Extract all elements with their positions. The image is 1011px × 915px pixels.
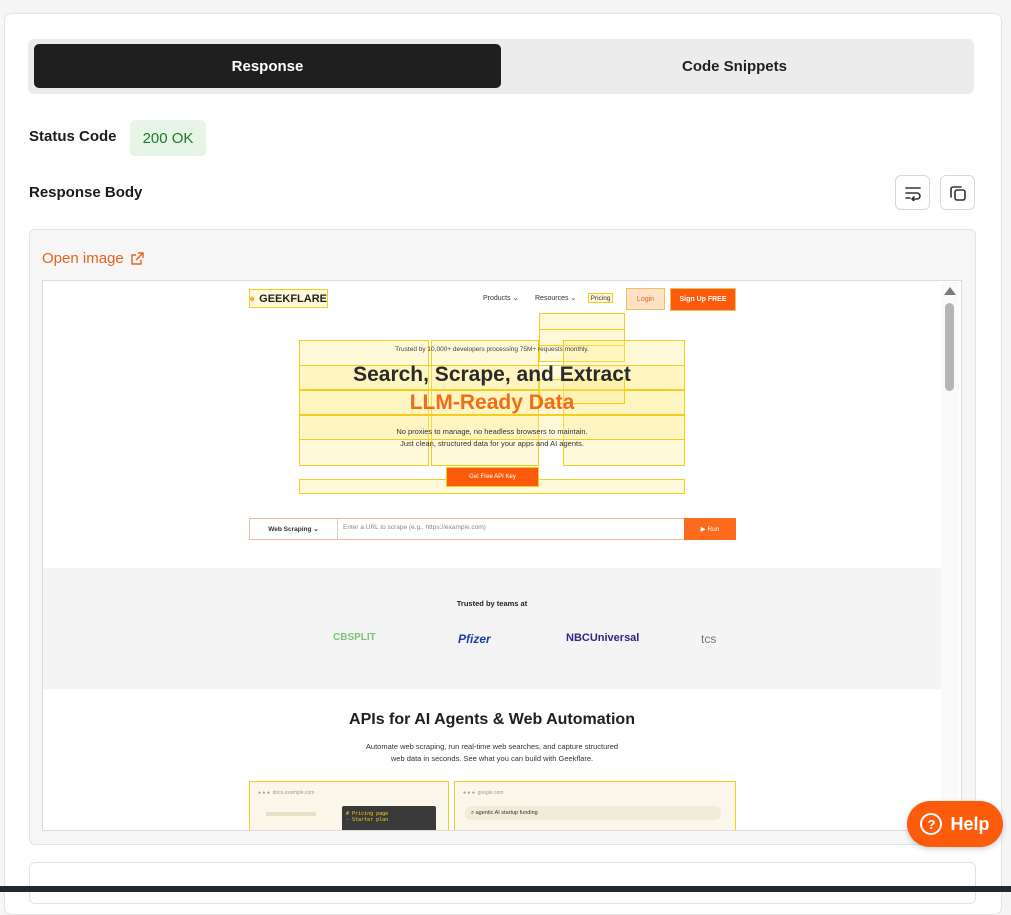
preview-url-placeholder: Enter a URL to scrape (e.g., https://exa… xyxy=(343,524,486,531)
response-body-label: Response Body xyxy=(29,184,143,201)
help-button[interactable]: ? Help xyxy=(907,801,1003,847)
geekflare-logo-icon xyxy=(250,295,255,302)
preview-subtitle-2: Just clean, structured data for your app… xyxy=(400,439,584,448)
preview-mode-select: Web Scraping ⌄ xyxy=(250,519,338,539)
preview-logo-cbsplit: CBSPLIT xyxy=(333,632,376,643)
help-label: Help xyxy=(950,813,990,834)
preview-nav-products: Products ⌄ xyxy=(483,295,519,302)
preview-login-button: Login xyxy=(626,288,665,310)
tab-code-snippets[interactable]: Code Snippets xyxy=(501,44,968,88)
overlay-box xyxy=(539,313,625,330)
question-circle-icon: ? xyxy=(920,813,943,835)
tab-response[interactable]: Response xyxy=(34,44,501,88)
preview-apis-title: APIs for AI Agents & Web Automation xyxy=(349,711,635,728)
screenshot-preview[interactable]: GEEKFLARE Products ⌄ Resources ⌄ Pricing… xyxy=(42,280,962,831)
scroll-up-icon[interactable] xyxy=(944,287,956,295)
preview-logo: GEEKFLARE xyxy=(249,289,328,308)
preview-nav-resources: Resources ⌄ xyxy=(535,295,577,302)
wrap-lines-icon xyxy=(904,186,921,201)
preview-example-card: ● ● ● google.com ⌕ agentic AI startup fu… xyxy=(454,781,736,830)
next-section-card xyxy=(29,862,976,904)
preview-run-button: ▶ Run xyxy=(684,518,736,540)
preview-card2-url: ● ● ● google.com xyxy=(463,790,504,796)
preview-example-card: ● ● ● docs.example.com # Pricing page - S… xyxy=(249,781,449,830)
preview-logo-band xyxy=(43,568,941,689)
bottom-bar xyxy=(0,886,1011,892)
open-image-label: Open image xyxy=(42,250,124,267)
preview-cta-button: Get Free API Key xyxy=(446,467,539,487)
preview-card2-search: ⌕ agentic AI startup funding xyxy=(465,806,721,820)
preview-logo-text: GEEKFLARE xyxy=(259,292,327,305)
preview-url-bar: Web Scraping ⌄ Enter a URL to scrape (e.… xyxy=(249,518,736,540)
preview-headline: Search, Scrape, and Extract xyxy=(353,363,631,386)
preview-apis-sub-2: web data in seconds. See what you can bu… xyxy=(390,754,594,763)
tab-bar: Response Code Snippets xyxy=(28,39,974,94)
status-badge: 200 OK xyxy=(130,120,206,156)
status-code-label: Status Code xyxy=(29,128,117,145)
preview-headline-accent: LLM-Ready Data xyxy=(409,391,575,414)
open-image-link[interactable]: Open image xyxy=(42,250,144,267)
preview-card1-code: # Pricing page - Starter plan xyxy=(346,811,389,823)
external-link-icon xyxy=(131,251,144,265)
preview-logo-nbcuniversal: NBCUniversal xyxy=(566,632,640,644)
preview-trusted-line: Trusted by 10,000+ developers processing… xyxy=(395,346,589,353)
preview-signup-button: Sign Up FREE xyxy=(670,288,736,311)
preview-apis-sub-1: Automate web scraping, run real-time web… xyxy=(365,742,619,751)
copy-icon xyxy=(949,185,966,201)
copy-button[interactable] xyxy=(940,175,975,210)
preview-subtitle-1: No proxies to manage, no headless browse… xyxy=(396,427,588,436)
scrollbar-thumb[interactable] xyxy=(945,303,954,391)
wrap-lines-button[interactable] xyxy=(895,175,930,210)
preview-trusted-teams: Trusted by teams at xyxy=(456,599,528,608)
preview-logo-tcs: tcs xyxy=(701,632,717,646)
preview-card1-url: ● ● ● docs.example.com xyxy=(258,790,315,796)
preview-logo-pfizer: Pfizer xyxy=(458,632,491,646)
preview-nav-pricing: Pricing xyxy=(588,293,613,303)
